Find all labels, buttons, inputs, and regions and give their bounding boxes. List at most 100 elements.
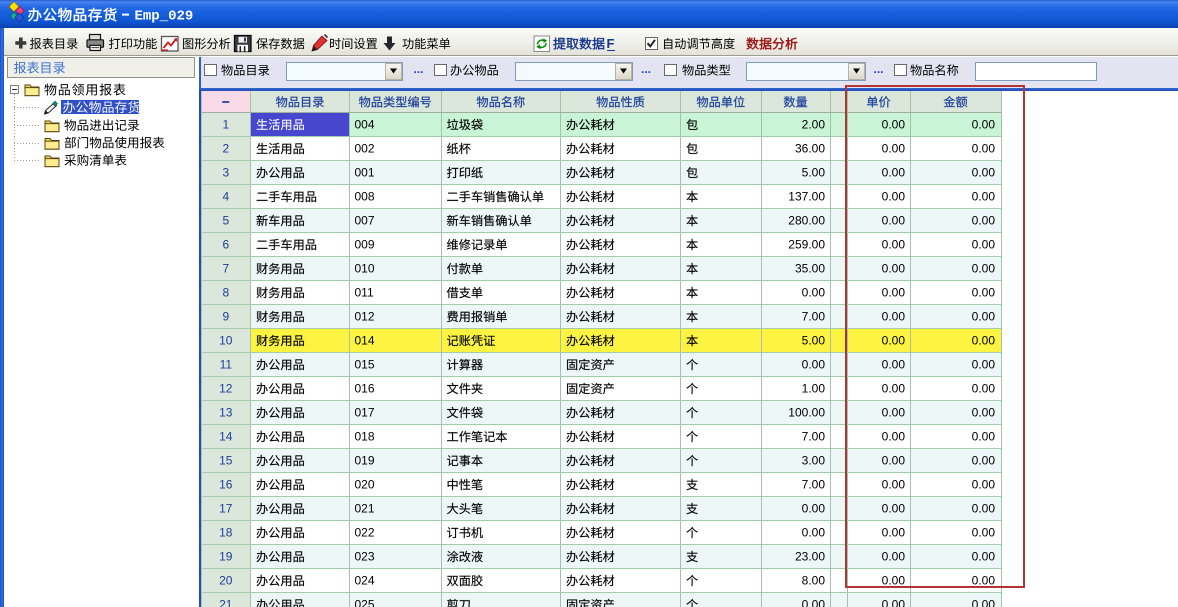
svg-text:007: 007 — [355, 214, 375, 228]
svg-text:0.00: 0.00 — [972, 118, 996, 132]
svg-text:0.00: 0.00 — [882, 214, 906, 228]
svg-text:F: F — [607, 36, 615, 51]
svg-text:024: 024 — [355, 574, 375, 588]
svg-text:...: ... — [874, 62, 884, 76]
svg-text:004: 004 — [355, 118, 375, 132]
svg-text:0.00: 0.00 — [972, 214, 996, 228]
svg-text:021: 021 — [355, 502, 375, 516]
svg-text:16: 16 — [219, 478, 233, 492]
svg-text:020: 020 — [355, 478, 375, 492]
svg-text:0.00: 0.00 — [972, 550, 996, 564]
svg-text:0.00: 0.00 — [972, 262, 996, 276]
svg-text:0.00: 0.00 — [882, 382, 906, 396]
svg-text:3: 3 — [222, 166, 229, 180]
svg-text:0.00: 0.00 — [802, 358, 826, 372]
svg-text:014: 014 — [355, 334, 375, 348]
svg-text:018: 018 — [355, 430, 375, 444]
svg-text:7.00: 7.00 — [802, 478, 826, 492]
svg-text:0.00: 0.00 — [972, 526, 996, 540]
svg-text:016: 016 — [355, 382, 375, 396]
svg-text:0.00: 0.00 — [882, 526, 906, 540]
svg-text:5: 5 — [222, 214, 229, 228]
svg-text:2.00: 2.00 — [802, 118, 826, 132]
svg-text:35.00: 35.00 — [795, 262, 825, 276]
svg-text:0.00: 0.00 — [802, 526, 826, 540]
svg-text:4: 4 — [222, 190, 229, 204]
svg-text:001: 001 — [355, 166, 375, 180]
svg-text:3.00: 3.00 — [802, 454, 826, 468]
svg-text:022: 022 — [355, 526, 375, 540]
svg-text:0.00: 0.00 — [972, 454, 996, 468]
svg-text:011: 011 — [355, 286, 374, 300]
svg-text:2: 2 — [222, 142, 229, 156]
svg-text:0.00: 0.00 — [972, 334, 996, 348]
svg-text:0.00: 0.00 — [972, 382, 996, 396]
svg-text:1: 1 — [222, 118, 229, 132]
svg-text:0.00: 0.00 — [972, 502, 996, 516]
svg-text:015: 015 — [355, 358, 375, 372]
svg-text:0.00: 0.00 — [882, 430, 906, 444]
svg-text:20: 20 — [219, 574, 233, 588]
svg-text:7.00: 7.00 — [802, 310, 826, 324]
svg-text:0.00: 0.00 — [972, 406, 996, 420]
svg-text:0.00: 0.00 — [972, 478, 996, 492]
svg-text:0.00: 0.00 — [972, 574, 996, 588]
svg-text:8: 8 — [222, 286, 229, 300]
svg-text:0.00: 0.00 — [882, 502, 906, 516]
svg-text:36.00: 36.00 — [795, 142, 825, 156]
svg-text:15: 15 — [219, 454, 233, 468]
svg-text:0.00: 0.00 — [972, 166, 996, 180]
svg-text:8.00: 8.00 — [802, 574, 826, 588]
svg-text:...: ... — [641, 62, 651, 76]
svg-text:023: 023 — [355, 550, 375, 564]
svg-text:21: 21 — [219, 598, 233, 607]
svg-text:0.00: 0.00 — [972, 598, 996, 607]
svg-text:23.00: 23.00 — [795, 550, 825, 564]
svg-text:259.00: 259.00 — [788, 238, 825, 252]
svg-text:0.00: 0.00 — [882, 478, 906, 492]
svg-text:14: 14 — [219, 430, 233, 444]
svg-text:0.00: 0.00 — [882, 142, 906, 156]
svg-text:1.00: 1.00 — [802, 382, 826, 396]
svg-text:0.00: 0.00 — [802, 502, 826, 516]
svg-text:10: 10 — [219, 334, 233, 348]
svg-text:13: 13 — [219, 406, 233, 420]
svg-text:0.00: 0.00 — [882, 550, 906, 564]
svg-text:11: 11 — [220, 358, 233, 372]
svg-text:12: 12 — [219, 382, 233, 396]
svg-text:0.00: 0.00 — [802, 286, 826, 300]
svg-text:19: 19 — [219, 550, 233, 564]
svg-text:0.00: 0.00 — [802, 598, 826, 607]
svg-text:0.00: 0.00 — [882, 406, 906, 420]
svg-text:0.00: 0.00 — [882, 334, 906, 348]
svg-text:0.00: 0.00 — [882, 598, 906, 607]
svg-text:0.00: 0.00 — [972, 190, 996, 204]
svg-text:0.00: 0.00 — [882, 454, 906, 468]
svg-text:0.00: 0.00 — [972, 358, 996, 372]
svg-text:0.00: 0.00 — [972, 286, 996, 300]
svg-text:0.00: 0.00 — [882, 286, 906, 300]
svg-text:7: 7 — [222, 262, 229, 276]
svg-text:025: 025 — [355, 598, 375, 607]
svg-text:0.00: 0.00 — [882, 262, 906, 276]
svg-text:...: ... — [414, 62, 424, 76]
svg-text:017: 017 — [355, 406, 375, 420]
svg-text:5.00: 5.00 — [802, 334, 826, 348]
svg-text:280.00: 280.00 — [788, 214, 825, 228]
svg-text:0.00: 0.00 — [882, 358, 906, 372]
svg-text:137.00: 137.00 — [788, 190, 825, 204]
svg-text:0.00: 0.00 — [882, 238, 906, 252]
svg-text:009: 009 — [355, 238, 375, 252]
svg-text:0.00: 0.00 — [882, 574, 906, 588]
svg-text:0.00: 0.00 — [972, 430, 996, 444]
svg-text:0.00: 0.00 — [882, 310, 906, 324]
svg-text:010: 010 — [355, 262, 375, 276]
svg-text:019: 019 — [355, 454, 375, 468]
svg-text:008: 008 — [355, 190, 375, 204]
svg-text:6: 6 — [222, 238, 229, 252]
svg-text:0.00: 0.00 — [972, 310, 996, 324]
svg-text:0.00: 0.00 — [882, 166, 906, 180]
svg-text:002: 002 — [355, 142, 375, 156]
svg-text:Emp_029: Emp_029 — [135, 8, 194, 24]
svg-text:9: 9 — [222, 310, 229, 324]
